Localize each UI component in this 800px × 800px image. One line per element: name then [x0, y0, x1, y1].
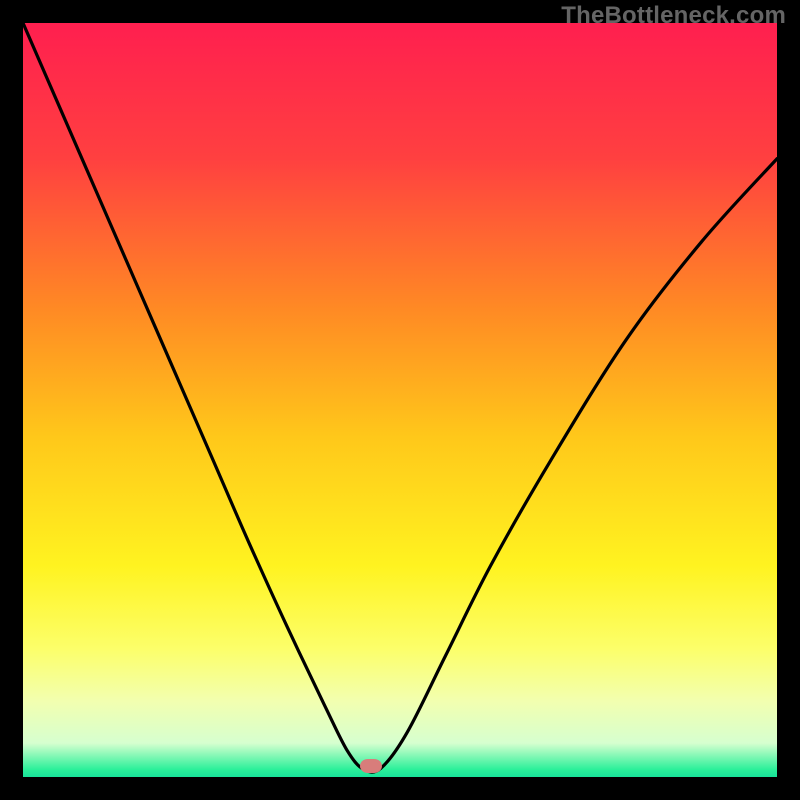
optimum-marker — [360, 759, 382, 773]
curve-line — [23, 23, 777, 777]
watermark-text: TheBottleneck.com — [561, 2, 786, 30]
plot-area — [23, 23, 777, 777]
chart-container: TheBottleneck.com — [0, 0, 800, 800]
